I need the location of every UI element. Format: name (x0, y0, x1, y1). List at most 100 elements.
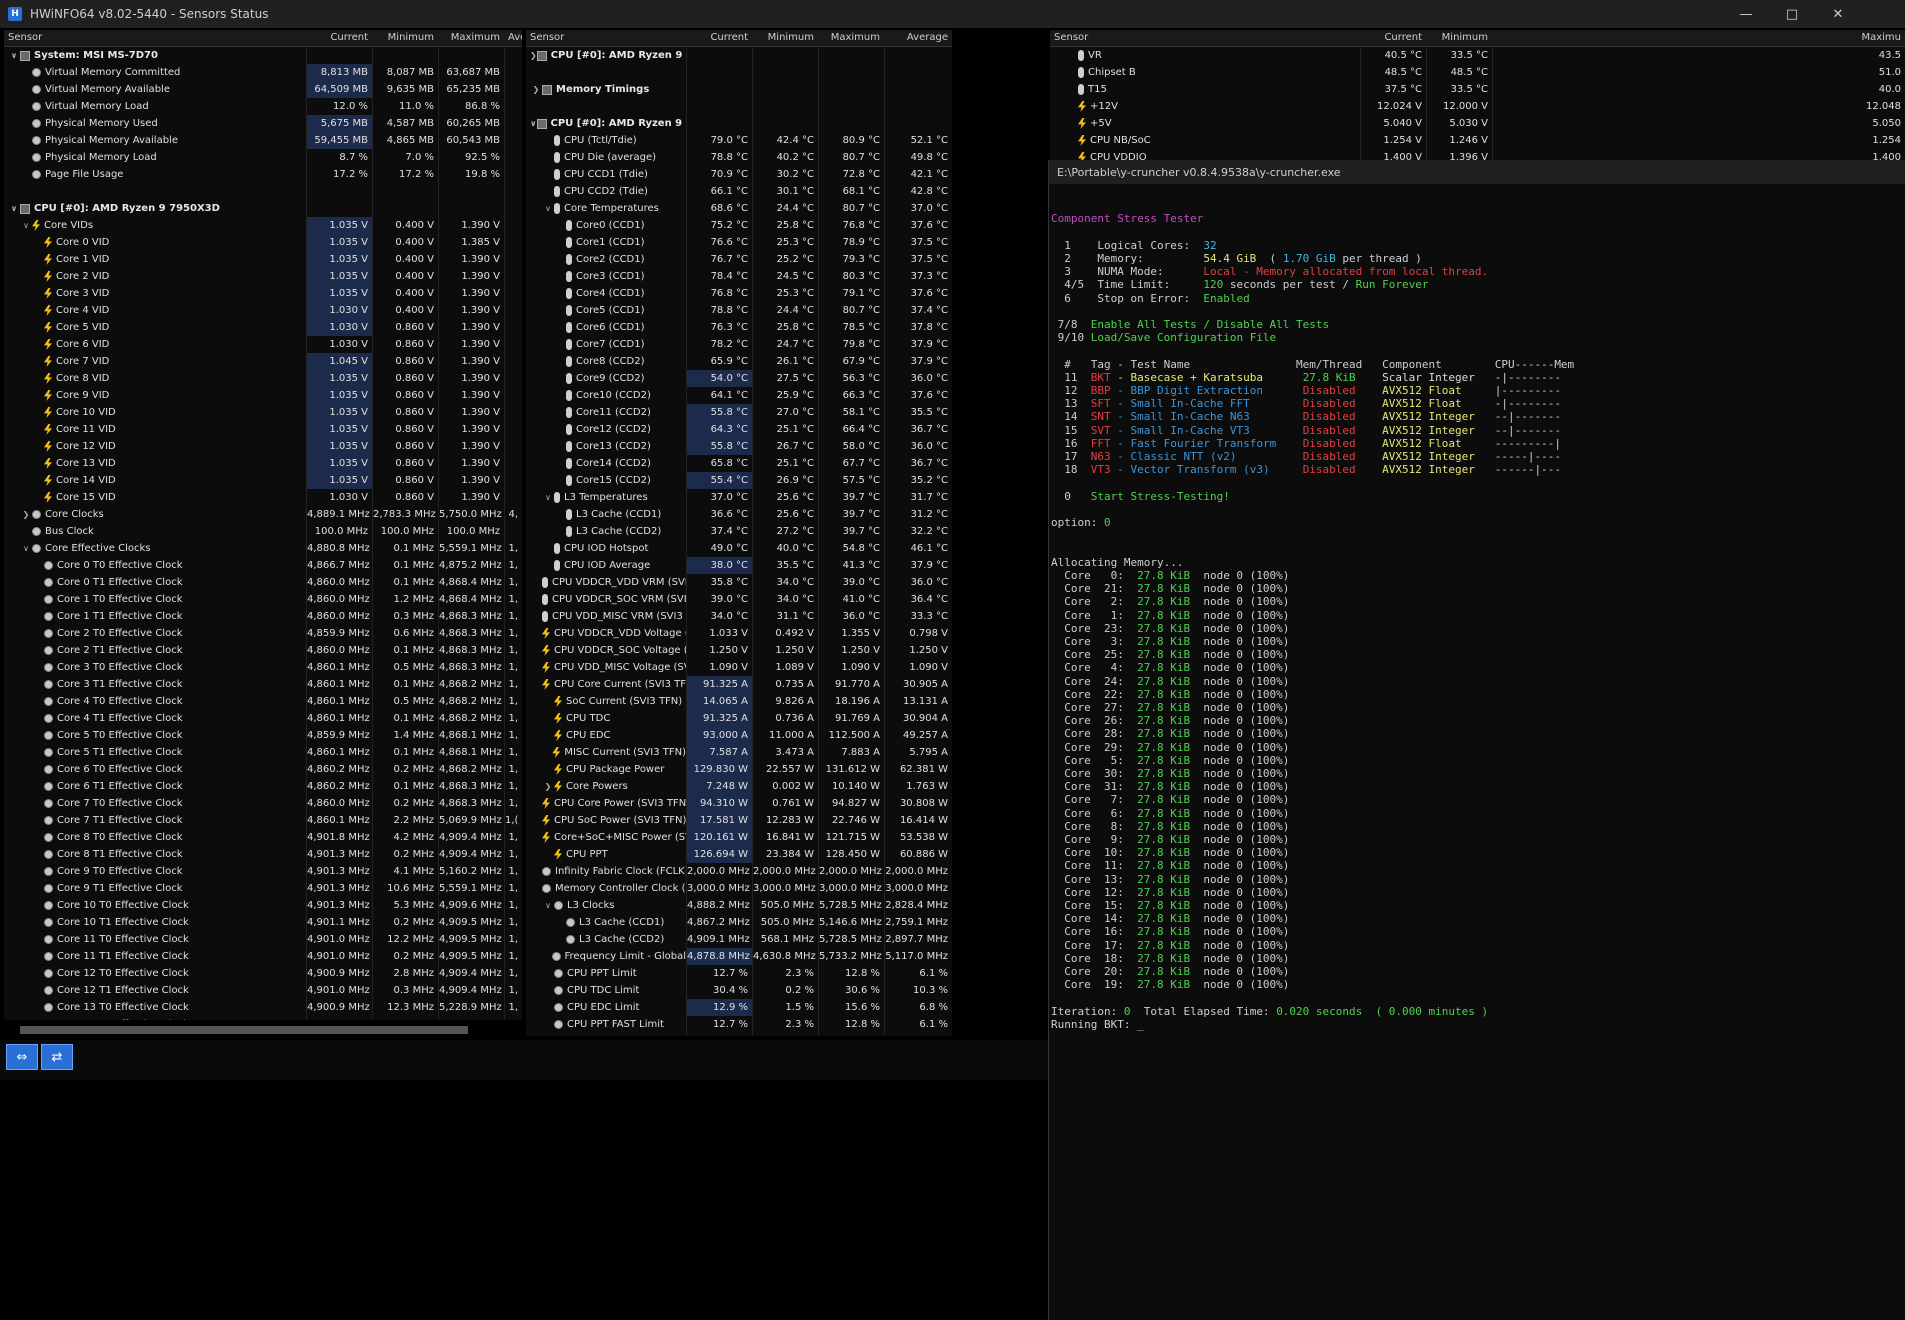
column-header-current[interactable]: Current (1360, 30, 1426, 46)
sensor-row[interactable]: CPU PPT 126.694 W 23.384 W 128.450 W 60.886 … (526, 846, 952, 863)
sensor-row[interactable]: Core+SoC+MISC Power (SVI...120.161 W16.8… (526, 829, 952, 846)
sensor-row[interactable]: Core 1 T0 Effective Clock 4,860.0 MHz 1.2 … (4, 591, 522, 608)
sensor-row[interactable]: Core 6 VID 1.030 V 0.860 V 1.390 V (4, 336, 522, 353)
sensor-row[interactable]: ∨ Core Effective Clocks 4,880.8 MHz 0.1 MHz… (4, 540, 522, 557)
sensor-group-row[interactable]: ❯ CPU [#0]: AMD Ryzen 9 7950X3D: C-State … (526, 47, 952, 64)
sensor-group-row[interactable]: ❯ Memory Timings (526, 81, 952, 98)
sensor-row[interactable]: CPU IOD Hotspot 49.0 °C 40.0 °C 54.8 °C 46.1… (526, 540, 952, 557)
sensor-row[interactable]: CPU Package Power 129.830 W 22.557 W 131.61… (526, 761, 952, 778)
expand-arrow-icon[interactable]: ❯ (542, 782, 554, 791)
sensor-row[interactable]: Core 2 VID 1.035 V 0.400 V 1.390 V (4, 268, 522, 285)
sensor-row[interactable]: Core 10 T1 Effective Clock 4,901.1 MHz 0.2… (4, 914, 522, 931)
sensor-row[interactable]: Core 3 T1 Effective Clock 4,860.1 MHz 0.1 … (4, 676, 522, 693)
sensor-row[interactable]: CPU CCD2 (Tdie) 66.1 °C 30.1 °C 68.1 °C 42.8… (526, 183, 952, 200)
column-header-maximu[interactable]: Maximu (1492, 30, 1905, 46)
column-header-current[interactable]: Current (306, 30, 372, 46)
sensor-group-row[interactable]: ∨ CPU [#0]: AMD Ryzen 9 7950X3D (4, 200, 522, 217)
sensor-row[interactable]: CPU SoC Power (SVI3 TFN) 17.581 W 12.283 W… (526, 812, 952, 829)
sensor-row[interactable]: Core 2 T0 Effective Clock 4,859.9 MHz 0.6 … (4, 625, 522, 642)
expand-arrow-icon[interactable]: ❯ (530, 85, 542, 94)
sensor-row[interactable]: Core10 (CCD2) 64.1 °C 25.9 °C 66.3 °C 37.6 °… (526, 387, 952, 404)
sensor-row[interactable]: Core 2 T1 Effective Clock 4,860.0 MHz 0.1 … (4, 642, 522, 659)
sensor-row[interactable]: Page File Usage 17.2 % 17.2 % 19.8 % (4, 166, 522, 183)
sensor-row[interactable]: Core 5 T1 Effective Clock 4,860.1 MHz 0.1 … (4, 744, 522, 761)
sensor-row[interactable]: Thermal Limit88.5 %45.2 %90.7 %56.0 % (526, 1033, 952, 1036)
column-header-sensor[interactable]: Sensor (1050, 30, 1360, 46)
sensor-row[interactable]: Core 12 VID 1.035 V 0.860 V 1.390 V (4, 438, 522, 455)
sensor-row[interactable]: CPU CCD1 (Tdie) 70.9 °C 30.2 °C 72.8 °C 42.1… (526, 166, 952, 183)
sensor-row[interactable]: Virtual Memory Load 12.0 % 11.0 % 86.8 % (4, 98, 522, 115)
sensor-row[interactable]: Core 14 VID 1.035 V 0.860 V 1.390 V (4, 472, 522, 489)
sensor-row[interactable]: Core15 (CCD2) 55.4 °C 26.9 °C 57.5 °C 35.2 °… (526, 472, 952, 489)
sensor-row[interactable] (526, 98, 952, 115)
sensor-row[interactable]: ∨ L3 Temperatures 37.0 °C 25.6 °C 39.7 °C 31.… (526, 489, 952, 506)
sensor-row[interactable]: Core2 (CCD1) 76.7 °C 25.2 °C 79.3 °C 37.5 °C (526, 251, 952, 268)
sensor-row[interactable]: CPU EDC 93.000 A 11.000 A 112.500 A 49.257 A (526, 727, 952, 744)
sensor-row[interactable]: Core 7 VID 1.045 V 0.860 V 1.390 V (4, 353, 522, 370)
maximize-button[interactable]: □ (1769, 0, 1815, 28)
sensor-row[interactable]: Core 8 T0 Effective Clock 4,901.8 MHz 4.2 … (4, 829, 522, 846)
column-header-average[interactable]: Average (884, 30, 952, 46)
sensor-row[interactable]: Virtual Memory Available 64,509 MB 9,635 M… (4, 81, 522, 98)
sensor-row[interactable]: Physical Memory Available 59,455 MB 4,865 … (4, 132, 522, 149)
sensor-row[interactable]: Core 13 T0 Effective Clock 4,900.9 MHz 12.… (4, 999, 522, 1016)
sensor-row[interactable]: CPU VDDCR_VDD Voltage (SV...1.033 V0.492… (526, 625, 952, 642)
sensor-row[interactable]: Virtual Memory Committed 8,813 MB 8,087 MB… (4, 64, 522, 81)
sensor-row[interactable]: CPU NB/SoC 1.254 V 1.246 V 1.254 (1050, 132, 1905, 149)
sensor-row[interactable]: CPU TDC Limit 30.4 % 0.2 % 30.6 % 10.3 % (526, 982, 952, 999)
sensor-row[interactable]: Core11 (CCD2) 55.8 °C 27.0 °C 58.1 °C 35.5 °… (526, 404, 952, 421)
sensor-row[interactable]: Core 13 VID 1.035 V 0.860 V 1.390 V (4, 455, 522, 472)
sensor-row[interactable]: L3 Cache (CCD1) 36.6 °C 25.6 °C 39.7 °C 31.2… (526, 506, 952, 523)
sensor-row[interactable]: Core 5 VID 1.030 V 0.860 V 1.390 V (4, 319, 522, 336)
sensor-row[interactable]: Core 4 T1 Effective Clock 4,860.1 MHz 0.1 … (4, 710, 522, 727)
nav-arrows-inward-icon[interactable]: ⇄ (41, 1044, 73, 1070)
minimize-button[interactable]: — (1723, 0, 1769, 28)
sensor-row[interactable]: Core 0 VID 1.035 V 0.400 V 1.385 V (4, 234, 522, 251)
sensor-row[interactable]: CPU VDDCR_SOC VRM (SVI3 ...39.0 °C34.0 °… (526, 591, 952, 608)
sensor-row[interactable]: Core5 (CCD1) 78.8 °C 24.4 °C 80.7 °C 37.4 °C (526, 302, 952, 319)
sensor-row[interactable]: Core 0 T0 Effective Clock 4,866.7 MHz 0.1 … (4, 557, 522, 574)
column-header-maximum[interactable]: Maximum (438, 30, 504, 46)
sensor-row[interactable]: ❯ Core Powers 7.248 W 0.002 W 10.140 W 1.763 … (526, 778, 952, 795)
sensor-row[interactable]: CPU TDC 91.325 A 0.736 A 91.769 A 30.904 A (526, 710, 952, 727)
sensor-row[interactable]: CPU Core Current (SVI3 TFN) 91.325 A 0.735… (526, 676, 952, 693)
sensor-row[interactable]: Core14 (CCD2) 65.8 °C 25.1 °C 67.7 °C 36.7 °… (526, 455, 952, 472)
sensor-row[interactable]: Core13 (CCD2) 55.8 °C 26.7 °C 58.0 °C 36.0 °… (526, 438, 952, 455)
sensor-row[interactable]: Core 6 T0 Effective Clock 4,860.2 MHz 0.2 … (4, 761, 522, 778)
sensor-row[interactable]: MISC Current (SVI3 TFN) 7.587 A 3.473 A 7.8… (526, 744, 952, 761)
sensor-row[interactable]: Core 12 T1 Effective Clock 4,901.0 MHz 0.3… (4, 982, 522, 999)
sensor-row[interactable]: Core 11 T0 Effective Clock 4,901.0 MHz 12.… (4, 931, 522, 948)
column-header-sensor[interactable]: Sensor (4, 30, 306, 46)
collapse-arrow-icon[interactable]: ∨ (542, 204, 554, 213)
expand-arrow-icon[interactable]: ❯ (530, 51, 537, 60)
sensor-row[interactable]: Core 4 T0 Effective Clock 4,860.1 MHz 0.5 … (4, 693, 522, 710)
sensor-row[interactable]: SoC Current (SVI3 TFN) 14.065 A 9.826 A 18.… (526, 693, 952, 710)
sensor-row[interactable]: Physical Memory Used 5,675 MB 4,587 MB 60,2… (4, 115, 522, 132)
column-header-maximum[interactable]: Maximum (818, 30, 884, 46)
sensor-row[interactable]: Core 9 VID 1.035 V 0.860 V 1.390 V (4, 387, 522, 404)
sensor-row[interactable]: Core1 (CCD1) 76.6 °C 25.3 °C 78.9 °C 37.5 °C (526, 234, 952, 251)
sensor-row[interactable]: Core12 (CCD2) 64.3 °C 25.1 °C 66.4 °C 36.7 °… (526, 421, 952, 438)
column-header-minimum[interactable]: Minimum (1426, 30, 1492, 46)
sensor-row[interactable]: CPU PPT FAST Limit 12.7 % 2.3 % 12.8 % 6.1 % (526, 1016, 952, 1033)
close-button[interactable]: ✕ (1815, 0, 1861, 28)
sensor-row[interactable]: CPU VDDIO 1.400 V 1.396 V 1.400 (1050, 149, 1905, 160)
sensor-row[interactable]: CPU VDDCR_SOC Voltage (SV...1.250 V1.250… (526, 642, 952, 659)
sensor-row[interactable]: Core 7 T0 Effective Clock 4,860.0 MHz 0.2 … (4, 795, 522, 812)
sensor-row[interactable]: Core 7 T1 Effective Clock 4,860.1 MHz 2.2 … (4, 812, 522, 829)
sensor-row[interactable]: Core 10 T0 Effective Clock 4,901.3 MHz 5.3… (4, 897, 522, 914)
column-header-average[interactable]: Average (504, 30, 522, 46)
sensor-row[interactable]: Core 9 T1 Effective Clock 4,901.3 MHz 10.6… (4, 880, 522, 897)
sensor-row[interactable]: Physical Memory Load 8.7 % 7.0 % 92.5 % (4, 149, 522, 166)
sensor-row[interactable]: Core0 (CCD1) 75.2 °C 25.8 °C 76.8 °C 37.6 °C (526, 217, 952, 234)
sensor-row[interactable]: Core 11 VID 1.035 V 0.860 V 1.390 V (4, 421, 522, 438)
sensor-row[interactable]: CPU Core Power (SVI3 TFN) 94.310 W 0.761 W… (526, 795, 952, 812)
sensor-row[interactable]: Core4 (CCD1) 76.8 °C 25.3 °C 79.1 °C 37.6 °C (526, 285, 952, 302)
column-header-current[interactable]: Current (686, 30, 752, 46)
expand-arrow-icon[interactable]: ❯ (20, 510, 32, 519)
sensor-row[interactable] (526, 64, 952, 81)
collapse-arrow-icon[interactable]: ∨ (20, 221, 32, 230)
sensor-row[interactable]: Core 8 VID 1.035 V 0.860 V 1.390 V (4, 370, 522, 387)
sensor-row[interactable]: Core 4 VID 1.030 V 0.400 V 1.390 V (4, 302, 522, 319)
sensor-group-row[interactable]: ∨ System: MSI MS-7D70 (4, 47, 522, 64)
